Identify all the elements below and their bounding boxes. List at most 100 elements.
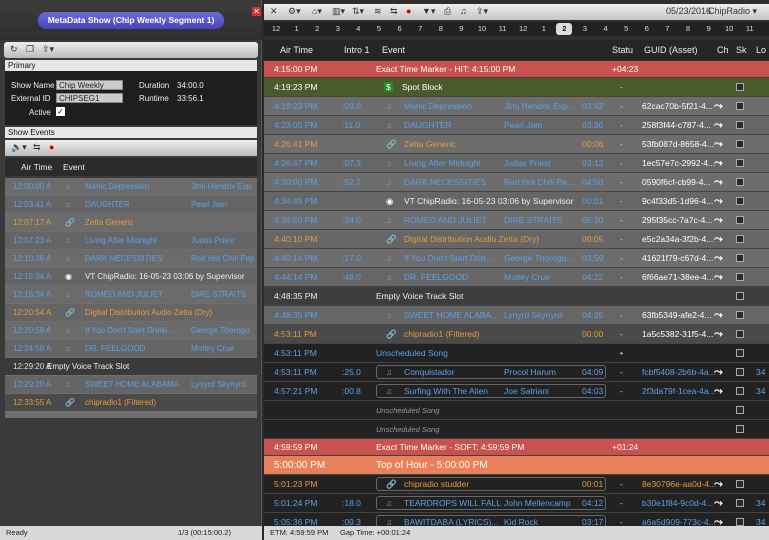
log-row[interactable]: 5:01:24 PM:18.0 ♫ TEARDROPS WILL FALL John … [264, 494, 769, 513]
log-row[interactable]: 4:26:41 PM 🔗 Zetta Generic 00:06 - 53fb087d-8… [264, 135, 769, 154]
connector-icon[interactable]: ⤳ [714, 173, 723, 191]
volume-icon[interactable]: 🔈▾ [11, 142, 27, 153]
col-intro[interactable]: Intro 1 [344, 45, 370, 55]
wifi-icon[interactable]: ≋ [374, 6, 382, 17]
col-lo[interactable]: Lo [756, 45, 766, 55]
hour-button[interactable]: 5 [618, 23, 634, 35]
hour-button[interactable]: 9 [701, 23, 717, 35]
list-item[interactable]: 12:03:41 A ♫ DAUGHTER Pearl Jam [5, 196, 257, 213]
date-display[interactable]: 05/23/2016 [666, 6, 711, 16]
record-icon[interactable]: ● [49, 142, 54, 152]
refresh-icon[interactable]: ↻ [10, 44, 18, 55]
link-icon[interactable]: ⇆ [33, 142, 41, 153]
close-icon[interactable]: ✕ [270, 6, 278, 17]
sort-icon[interactable]: ⇅▾ [352, 6, 364, 17]
list-item[interactable]: 12:29:20 A Empty Voice Track Slot [5, 358, 257, 375]
col-ch[interactable]: Ch [717, 45, 729, 55]
hour-button[interactable]: 2 [309, 23, 325, 35]
skip-checkbox[interactable] [736, 235, 744, 243]
time-marker-row[interactable]: 4:59:59 PM Exact Time Marker - SOFT: 4:59… [264, 439, 769, 456]
col-sk[interactable]: Sk [736, 45, 747, 55]
skip-checkbox[interactable] [736, 216, 744, 224]
chart-icon[interactable]: ▥▾ [332, 6, 345, 17]
connector-icon[interactable]: ⤳ [714, 382, 723, 400]
gear-icon[interactable]: ⚙▾ [288, 6, 301, 17]
list-item[interactable]: 12:07:23 A ♫ Living After Midnight Judas Pr… [5, 232, 257, 249]
print-icon[interactable]: ⎙ [444, 6, 451, 17]
log-row[interactable]: 5:01:23 PM 🔗 chipradio studder 00:01 - 8e3079… [264, 475, 769, 494]
log-row[interactable]: Unscheduled Song [264, 420, 769, 439]
skip-checkbox[interactable] [736, 254, 744, 262]
hour-button[interactable]: 1 [289, 23, 305, 35]
skip-checkbox[interactable] [736, 368, 744, 376]
log-row[interactable]: 4:48:35 PM Empty Voice Track Slot [264, 287, 769, 306]
connector-icon[interactable]: ⤳ [714, 192, 723, 210]
connector-icon[interactable]: ⤳ [714, 475, 723, 493]
skip-checkbox[interactable] [736, 102, 744, 110]
list-item[interactable]: 12:20:59 A ♫ If You Don't Start Drinki... G… [5, 322, 257, 339]
hour-button[interactable]: 11 [495, 23, 511, 35]
skip-checkbox[interactable] [736, 197, 744, 205]
hour-button[interactable]: 12 [268, 23, 284, 35]
log-row[interactable]: 4:19:23 PM:09.0 ♫ Manic Depression Jimi Hen… [264, 97, 769, 116]
connector-icon[interactable]: ⤳ [714, 97, 723, 115]
list-item[interactable]: 12:33:55 A 🔗 chipradio1 (Filtered) [5, 394, 257, 411]
list-item[interactable]: 12:29:20 A ♫ SWEET HOME ALABAMA Lynyrd Skyn… [5, 376, 257, 393]
skip-checkbox[interactable] [736, 140, 744, 148]
filter-icon[interactable]: ▼▾ [422, 6, 435, 17]
log-row[interactable]: 4:44:14 PM:48.0 ♫ DR. FEELGOOD Motley Crue 0… [264, 268, 769, 287]
link-icon[interactable]: ⇆ [390, 6, 398, 17]
list-item[interactable]: 12:15:34 A ◉ VT ChipRadio: 16-05-23 03:06 … [5, 268, 257, 285]
skip-checkbox[interactable] [736, 159, 744, 167]
hour-button[interactable]: 3 [577, 23, 593, 35]
home-icon[interactable]: ⌂▾ [312, 6, 322, 17]
music-icon[interactable]: ♫ [460, 6, 467, 16]
log-row[interactable]: 4:48:35 PM ♫ SWEET HOME ALABA... Lynyrd Sky… [264, 306, 769, 325]
record-icon[interactable]: ● [406, 6, 411, 16]
skip-checkbox[interactable] [736, 330, 744, 338]
col-status[interactable]: Statu [612, 45, 633, 55]
connector-icon[interactable]: ⤳ [714, 230, 723, 248]
hour-button[interactable]: 7 [659, 23, 675, 35]
hour-button[interactable]: 8 [433, 23, 449, 35]
log-row[interactable]: 4:34:49 PM ◉ VT ChipRadio: 16-05-23 03:06 … [264, 192, 769, 211]
list-item[interactable]: 12:15:34 A ♫ ROMEO AND JULIET DIRE STRAITS [5, 286, 257, 303]
skip-checkbox[interactable] [736, 425, 744, 433]
list-item[interactable]: 12:20:54 A 🔗 Digital Distribution Audio Ze… [5, 304, 257, 321]
list-item[interactable]: 12:07:17 A 🔗 Zetta Generic [5, 214, 257, 231]
log-row[interactable]: 4:30:00 PM:52.7 ♫ DARK NECESSITIES Red Hot … [264, 173, 769, 192]
external-id-field[interactable]: CHIPSEG1 [56, 93, 123, 103]
hour-button[interactable]: 7 [412, 23, 428, 35]
skip-checkbox[interactable] [736, 292, 744, 300]
log-row[interactable]: 4:26:47 PM:07.3 ♫ Living After Midnight Jud… [264, 154, 769, 173]
hour-button[interactable]: 12 [515, 23, 531, 35]
log-row[interactable]: Unscheduled Song [264, 401, 769, 420]
hour-button[interactable]: 4 [350, 23, 366, 35]
hour-button[interactable]: 9 [453, 23, 469, 35]
skip-checkbox[interactable] [736, 178, 744, 186]
hour-button[interactable]: 2 [556, 23, 573, 35]
hour-button[interactable]: 5 [371, 23, 387, 35]
connector-icon[interactable]: ⤳ [714, 211, 723, 229]
close-icon[interactable]: ✕ [252, 7, 261, 16]
skip-checkbox[interactable] [736, 273, 744, 281]
time-marker-row[interactable]: 4:15:00 PM Exact Time Marker - HIT: 4:15:… [264, 61, 769, 78]
hour-button[interactable]: 6 [392, 23, 408, 35]
log-row[interactable]: 4:23:05 PM:11.0 ♫ DAUGHTER Pearl Jam 03:36 - 2… [264, 116, 769, 135]
connector-icon[interactable]: ⤳ [714, 306, 723, 324]
skip-checkbox[interactable] [736, 349, 744, 357]
hour-button[interactable]: 3 [330, 23, 346, 35]
list-item[interactable]: 12:24:58 A ♫ DR. FEELGOOD Motley Crue [5, 340, 257, 357]
list-item[interactable]: 12:00:00 A ♫ Manic Depression Jimi Hendrix … [5, 178, 257, 195]
export-icon[interactable]: ⇪▾ [42, 44, 54, 55]
connector-icon[interactable]: ⤳ [714, 325, 723, 343]
log-row[interactable]: 4:53:11 PM 🔗 chipradio1 (Filtered) 00:00 - 1a… [264, 325, 769, 344]
hour-button[interactable]: 10 [721, 23, 737, 35]
connector-icon[interactable]: ⤳ [714, 363, 723, 381]
skip-checkbox[interactable] [736, 518, 744, 526]
col-air-time[interactable]: Air Time [280, 45, 313, 55]
active-checkbox[interactable]: ✓ [56, 107, 65, 116]
skip-checkbox[interactable] [736, 311, 744, 319]
spot-block-row[interactable]: 4:19:23 PM $ Spot Block - [264, 78, 769, 97]
hour-button[interactable]: 10 [474, 23, 490, 35]
